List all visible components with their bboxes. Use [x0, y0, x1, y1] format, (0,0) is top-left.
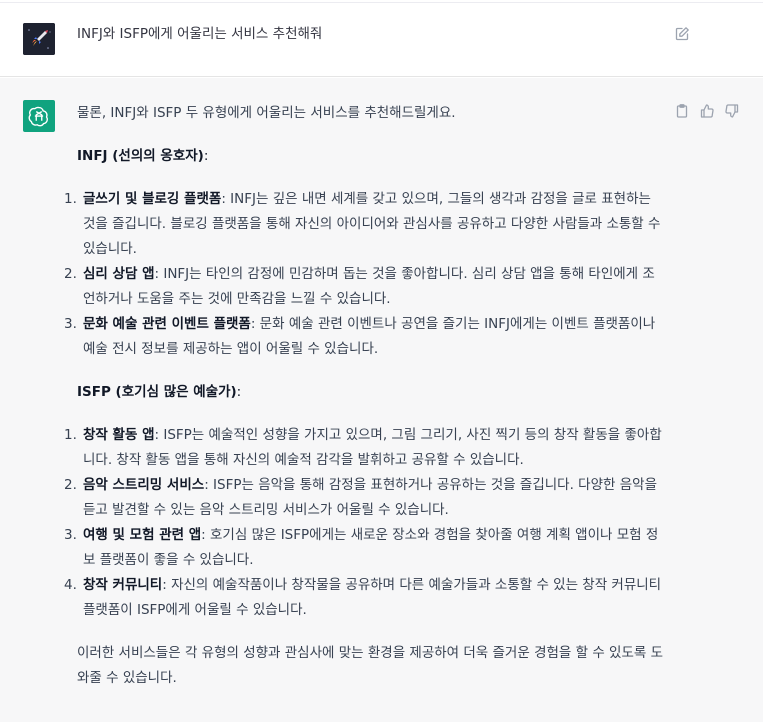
list-number: 1. [64, 191, 77, 207]
list-number: 4. [64, 577, 77, 593]
intro-text: 물론, INFJ와 ISFP 두 유형에게 어울리는 서비스를 추천해드릴게요. [77, 105, 456, 121]
list-item: 3. 문화 예술 관련 이벤트 플랫폼: 문화 예술 관련 이벤트나 공연을 즐기… [64, 312, 665, 362]
list-item-text: : INFJ는 타인의 감정에 민감하며 돕는 것을 좋아합니다. 심리 상담 … [83, 266, 655, 307]
section-title-text: ISFP (호기심 많은 예술가) [77, 384, 237, 400]
list-number: 3. [64, 316, 77, 332]
list-item-title: 심리 상담 앱 [83, 266, 155, 282]
user-message: INFJ와 ISFP에게 어울리는 서비스 추천해줘 [0, 0, 763, 77]
list-item: 1. 창작 활동 앱: ISFP는 예술적인 성향을 가지고 있으며, 그림 그리… [64, 423, 665, 473]
section-title-colon: : [236, 384, 242, 400]
thumbs-down-icon[interactable] [724, 103, 740, 119]
outro-text: 이러한 서비스들은 각 유형의 성향과 관심사에 맞는 환경을 제공하여 더욱 … [77, 645, 664, 686]
list-item: 1. 글쓰기 및 블로깅 플랫폼: INFJ는 깊은 내면 세계를 갖고 있으며,… [64, 187, 665, 262]
list-number: 2. [64, 266, 77, 282]
list-item-title: 창작 활동 앱 [83, 427, 155, 443]
assistant-message-content: 물론, INFJ와 ISFP 두 유형에게 어울리는 서비스를 추천해드릴게요.… [64, 101, 665, 691]
list-item-title: 여행 및 모험 관련 앱 [83, 527, 202, 543]
list-item-title: 음악 스트리밍 서비스 [83, 477, 205, 493]
isfp-service-list: 1. 창작 활동 앱: ISFP는 예술적인 성향을 가지고 있으며, 그림 그리… [64, 423, 665, 623]
user-message-text: INFJ와 ISFP에게 어울리는 서비스 추천해줘 [77, 26, 323, 42]
section-title-infj: INFJ (선의의 옹호자): [77, 144, 665, 169]
section-title-text: INFJ (선의의 옹호자) [77, 148, 204, 164]
list-item-title: 창작 커뮤니티 [83, 577, 163, 593]
section-title-isfp: ISFP (호기심 많은 예술가): [77, 380, 665, 405]
section-title-colon: : [203, 148, 209, 164]
list-number: 2. [64, 477, 77, 493]
list-item-title: 문화 예술 관련 이벤트 플랫폼 [83, 316, 251, 332]
rocket-avatar-icon [23, 23, 55, 55]
thumbs-up-icon[interactable] [699, 103, 715, 119]
edit-icon[interactable] [674, 26, 690, 42]
assistant-message: 물론, INFJ와 ISFP 두 유형에게 어울리는 서비스를 추천해드릴게요.… [0, 78, 763, 722]
clipboard-icon[interactable] [674, 103, 690, 119]
list-item-text: : 자신의 예술작품이나 창작물을 공유하며 다른 예술가들과 소통할 수 있는… [83, 577, 662, 618]
infj-service-list: 1. 글쓰기 및 블로깅 플랫폼: INFJ는 깊은 내면 세계를 갖고 있으며,… [64, 187, 665, 362]
message-actions [674, 103, 740, 119]
list-item-text: : ISFP는 예술적인 성향을 가지고 있으며, 그림 그리기, 사진 찍기 … [83, 427, 662, 468]
list-item: 3. 여행 및 모험 관련 앱: 호기심 많은 ISFP에게는 새로운 장소와 경… [64, 523, 665, 573]
list-item: 2. 음악 스트리밍 서비스: ISFP는 음악을 통해 감정을 표현하거나 공유… [64, 473, 665, 523]
list-item: 4. 창작 커뮤니티: 자신의 예술작품이나 창작물을 공유하며 다른 예술가들과… [64, 573, 665, 623]
list-number: 1. [64, 427, 77, 443]
list-item-title: 글쓰기 및 블로깅 플랫폼 [83, 191, 222, 207]
list-item: 2. 심리 상담 앱: INFJ는 타인의 감정에 민감하며 돕는 것을 좋아합니… [64, 262, 665, 312]
openai-logo-icon [23, 100, 55, 132]
list-number: 3. [64, 527, 77, 543]
